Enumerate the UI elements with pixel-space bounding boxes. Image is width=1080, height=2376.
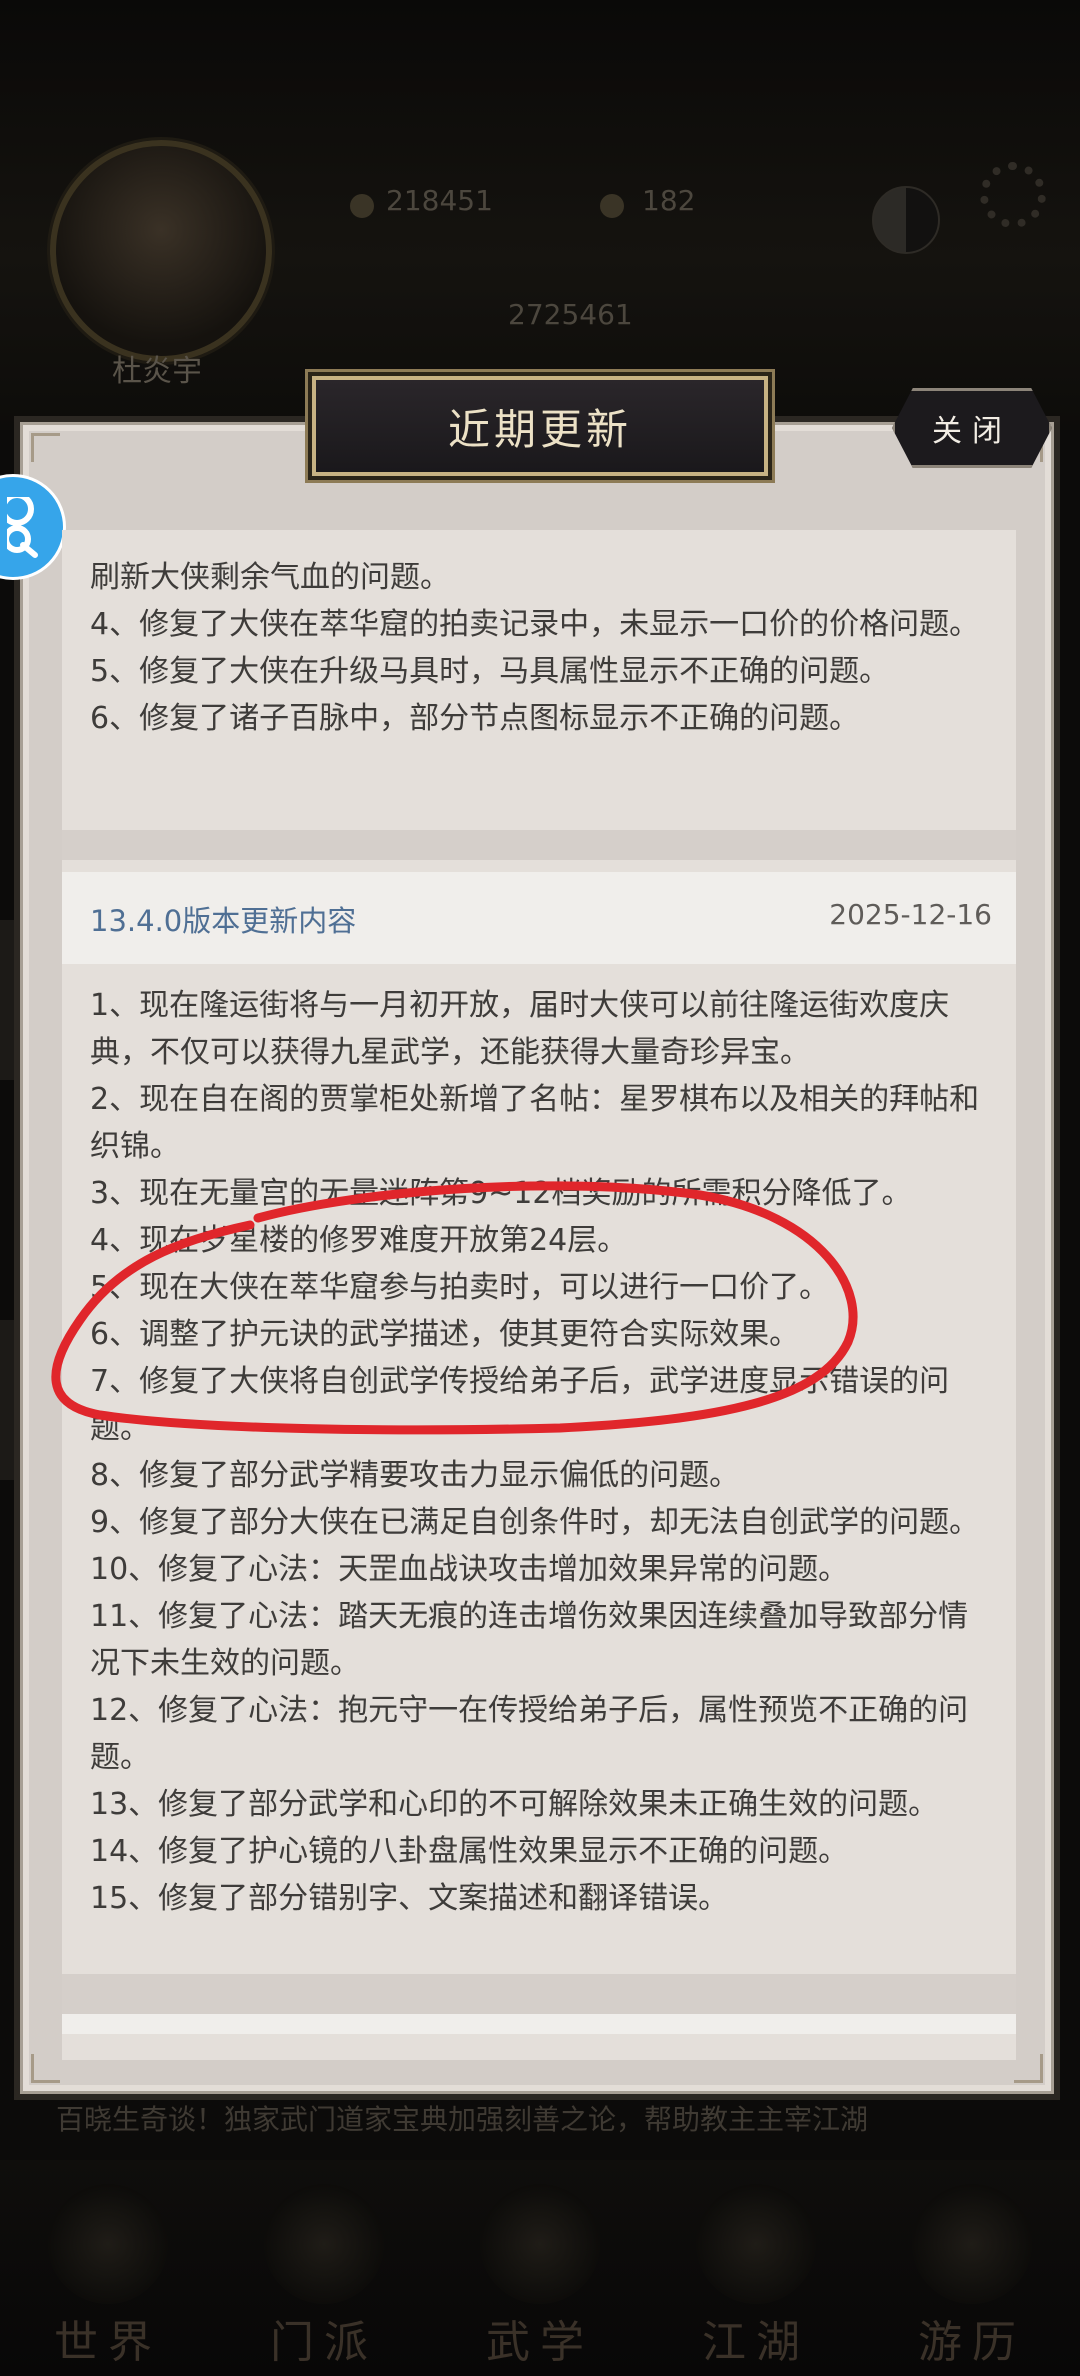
previous-version-notes: 刷新大侠剩余气血的问题。 4、修复了大侠在萃华窟的拍卖记录中，未显示一口价的价格… — [90, 554, 990, 742]
coin-icon — [350, 194, 374, 218]
version-notes: 1、现在隆运街将与一月初开放，届时大侠可以前往隆运街欢度庆典，不仅可以获得九星武… — [90, 982, 990, 1922]
note-line: 11、修复了心法：踏天无痕的连击增伤效果因连续叠加导致部分情况下未生效的问题。 — [90, 1599, 969, 1681]
player-name: 杜炎宇 — [112, 354, 202, 389]
note-line: 5、现在大侠在萃华窟参与拍卖时，可以进行一口价了。 — [90, 1270, 830, 1305]
nav-world[interactable]: 世界 — [0, 2160, 216, 2376]
note-line: 6、调整了护元诀的武学描述，使其更符合实际效果。 — [90, 1317, 800, 1352]
note-line: 4、现在岁星楼的修罗难度开放第24层。 — [90, 1223, 628, 1258]
note-line: 2、现在自在阁的贾掌柜处新增了名帖：星罗棋布以及相关的拜帖和织锦。 — [90, 1082, 980, 1164]
note-line: 4、修复了大侠在萃华窟的拍卖记录中，未显示一口价的价格问题。 — [90, 607, 980, 642]
frame-corner — [31, 433, 60, 462]
jianghu-icon — [696, 2184, 816, 2304]
note-line: 1、现在隆运街将与一月初开放，届时大侠可以前往隆运街欢度庆典，不仅可以获得九星武… — [90, 988, 950, 1070]
version-date: 2025-12-16 — [829, 898, 992, 931]
nav-label: 世界 — [54, 2317, 162, 2368]
nav-travel[interactable]: 游历 — [864, 2160, 1080, 2376]
stat-coins: 218451 — [386, 184, 493, 217]
nav-label: 门派 — [270, 2317, 378, 2368]
nav-label: 江湖 — [702, 2317, 810, 2368]
nav-martial-arts[interactable]: 武学 — [432, 2160, 648, 2376]
frame-corner — [31, 2054, 60, 2083]
note-line: 14、修复了护心镜的八卦盘属性效果显示不正确的问题。 — [90, 1834, 849, 1869]
note-line: 13、修复了部分武学和心印的不可解除效果未正确生效的问题。 — [90, 1787, 939, 1822]
martial-arts-icon — [480, 2184, 600, 2304]
world-icon — [48, 2184, 168, 2304]
gem-icon — [600, 194, 624, 218]
section-divider — [62, 1974, 1016, 2014]
note-line: 9、修复了部分大侠在已满足自创条件时，却无法自创武学的问题。 — [90, 1505, 980, 1540]
player-avatar[interactable] — [50, 140, 272, 362]
dialog-title: 近期更新 — [447, 404, 632, 454]
bottom-nav: 世界 门派 武学 江湖 游历 — [0, 2160, 1080, 2376]
note-line: 7、修复了大侠将自创武学传授给弟子后，武学进度显示错误的问题。 — [90, 1364, 950, 1446]
note-line: 刷新大侠剩余气血的问题。 — [90, 560, 450, 595]
section-divider — [62, 830, 1016, 860]
stat-gems: 182 — [642, 184, 696, 217]
note-line: 3、现在无量宫的无量迷阵第9~12档奖励的所需积分降低了。 — [90, 1176, 912, 1211]
nav-jianghu[interactable]: 江湖 — [648, 2160, 864, 2376]
frame-corner — [1014, 2054, 1043, 2083]
search-icon — [7, 497, 38, 558]
yin-yang-icon[interactable] — [872, 186, 940, 254]
note-line: 5、修复了大侠在升级马具时，马具属性显示不正确的问题。 — [90, 654, 890, 689]
close-button[interactable]: 关闭 — [892, 388, 1052, 468]
gear-icon[interactable] — [980, 162, 1046, 228]
update-notes-scroll[interactable]: 刷新大侠剩余气血的问题。 4、修复了大侠在萃华窟的拍卖记录中，未显示一口价的价格… — [62, 530, 1016, 2060]
next-version-header-edge — [62, 2014, 1016, 2034]
news-ticker: 百晓生奇谈！独家武门道家宝典加强刻善之论，帮助教主主宰江湖 — [56, 2103, 869, 2136]
version-header: 13.4.0版本更新内容 2025-12-16 — [62, 872, 1016, 964]
travel-icon — [912, 2184, 1032, 2304]
note-line: 8、修复了部分武学精要攻击力显示偏低的问题。 — [90, 1458, 740, 1493]
sect-icon — [264, 2184, 384, 2304]
note-line: 10、修复了心法：天罡血战诀攻击增加效果异常的问题。 — [90, 1552, 849, 1587]
nav-label: 武学 — [486, 2317, 594, 2368]
close-button-label: 关闭 — [932, 414, 1012, 449]
dialog-title-plate: 近期更新 — [312, 376, 768, 476]
stat-power: 2725461 — [508, 298, 633, 331]
note-line: 15、修复了部分错别字、文案描述和翻译错误。 — [90, 1881, 729, 1916]
version-title: 13.4.0版本更新内容 — [90, 904, 357, 938]
nav-sect[interactable]: 门派 — [216, 2160, 432, 2376]
note-line: 12、修复了心法：抱元守一在传授给弟子后，属性预览不正确的问题。 — [90, 1693, 969, 1775]
nav-label: 游历 — [918, 2317, 1026, 2368]
note-line: 6、修复了诸子百脉中，部分节点图标显示不正确的问题。 — [90, 701, 860, 736]
